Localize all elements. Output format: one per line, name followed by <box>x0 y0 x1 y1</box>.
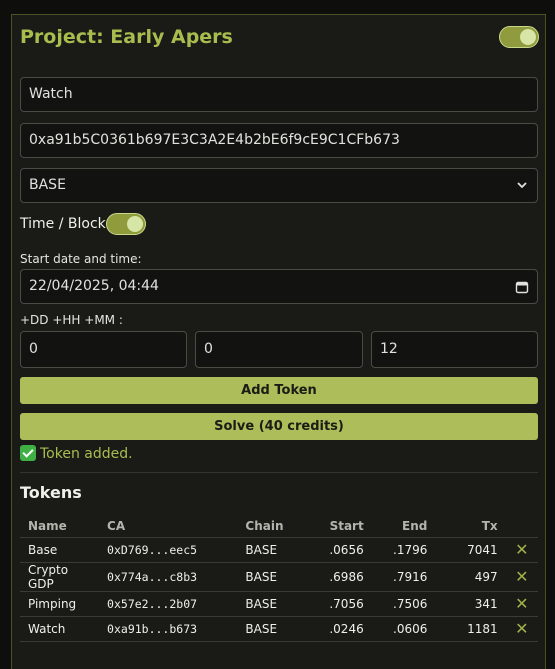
token-end: .7506 <box>371 591 436 617</box>
token-name: Base <box>20 537 100 563</box>
table-row: Pimping 0x57e2...2b07 BASE .7056 .7506 3… <box>20 591 538 617</box>
mode-label: Time / Block <box>20 216 106 232</box>
token-tx: 1181 <box>435 616 506 642</box>
toggle-knob <box>127 216 143 232</box>
offset-label: +DD +HH +MM : <box>20 313 123 327</box>
contract-address-input[interactable]: 0xa91b5C0361b697E3C3A2E4b2bE6f9cE9C1CFb6… <box>20 123 538 158</box>
start-date-input[interactable]: 22/04/2025, 04:44 <box>20 269 538 304</box>
solve-button[interactable]: Solve (40 credits) <box>20 413 538 440</box>
chain-select[interactable]: BASE <box>20 168 538 203</box>
table-row: Crypto GDP 0x774a...c8b3 BASE .6986 .791… <box>20 562 538 592</box>
chain-select-value: BASE <box>29 177 66 193</box>
token-chain: BASE <box>237 616 317 642</box>
column-header-tx: Tx <box>435 516 506 538</box>
toggle-knob <box>520 29 536 45</box>
token-tx: 7041 <box>435 537 506 563</box>
token-start: .7056 <box>316 591 372 617</box>
tokens-heading: Tokens <box>20 483 82 502</box>
token-start: .0246 <box>316 616 372 642</box>
column-header-name: Name <box>20 516 100 538</box>
token-ca: 0xD769...eec5 <box>99 537 238 563</box>
token-chain: BASE <box>237 591 317 617</box>
project-panel: Project: Early Apers Watch 0xa91b5C0361b… <box>11 14 546 669</box>
column-header-start: Start <box>316 516 372 538</box>
chevron-down-icon <box>517 182 527 189</box>
column-header-chain: Chain <box>237 516 317 538</box>
column-header-end: End <box>371 516 436 538</box>
token-start: .0656 <box>316 537 372 563</box>
token-ca: 0xa91b...b673 <box>99 616 238 642</box>
table-header-row: Name CA Chain Start End Tx <box>20 516 538 538</box>
token-name: Crypto GDP <box>20 562 100 592</box>
token-end: .1796 <box>371 537 436 563</box>
start-date-value: 22/04/2025, 04:44 <box>29 278 159 294</box>
add-token-button[interactable]: Add Token <box>20 377 538 404</box>
token-chain: BASE <box>237 562 317 592</box>
project-title: Project: Early Apers <box>20 26 233 48</box>
hours-input[interactable]: 0 <box>195 331 363 368</box>
token-end: .7916 <box>371 562 436 592</box>
remove-token-icon[interactable]: ✕ <box>505 537 538 563</box>
check-icon <box>20 445 36 461</box>
status-text: Token added. <box>40 446 133 462</box>
divider <box>20 472 538 473</box>
start-date-label: Start date and time: <box>20 252 142 266</box>
time-block-toggle[interactable] <box>106 213 146 235</box>
column-header-remove <box>505 516 538 538</box>
column-header-ca: CA <box>99 516 238 538</box>
token-chain: BASE <box>237 537 317 563</box>
remove-token-icon[interactable]: ✕ <box>505 562 538 592</box>
remove-token-icon[interactable]: ✕ <box>505 591 538 617</box>
token-name: Watch <box>20 616 100 642</box>
table-row: Base 0xD769...eec5 BASE .0656 .1796 7041… <box>20 537 538 563</box>
token-name-input[interactable]: Watch <box>20 77 538 112</box>
token-ca: 0x774a...c8b3 <box>99 562 238 592</box>
status-message: Token added. <box>20 445 133 462</box>
calendar-icon <box>515 281 529 294</box>
project-toggle[interactable] <box>499 26 539 48</box>
remove-token-icon[interactable]: ✕ <box>505 616 538 642</box>
tokens-table: Name CA Chain Start End Tx Base 0xD769..… <box>20 516 538 642</box>
token-tx: 497 <box>435 562 506 592</box>
token-tx: 341 <box>435 591 506 617</box>
days-input[interactable]: 0 <box>20 331 187 368</box>
token-start: .6986 <box>316 562 372 592</box>
token-ca: 0x57e2...2b07 <box>99 591 238 617</box>
token-end: .0606 <box>371 616 436 642</box>
table-row: Watch 0xa91b...b673 BASE .0246 .0606 118… <box>20 616 538 642</box>
minutes-input[interactable]: 12 <box>371 331 538 368</box>
token-name: Pimping <box>20 591 100 617</box>
